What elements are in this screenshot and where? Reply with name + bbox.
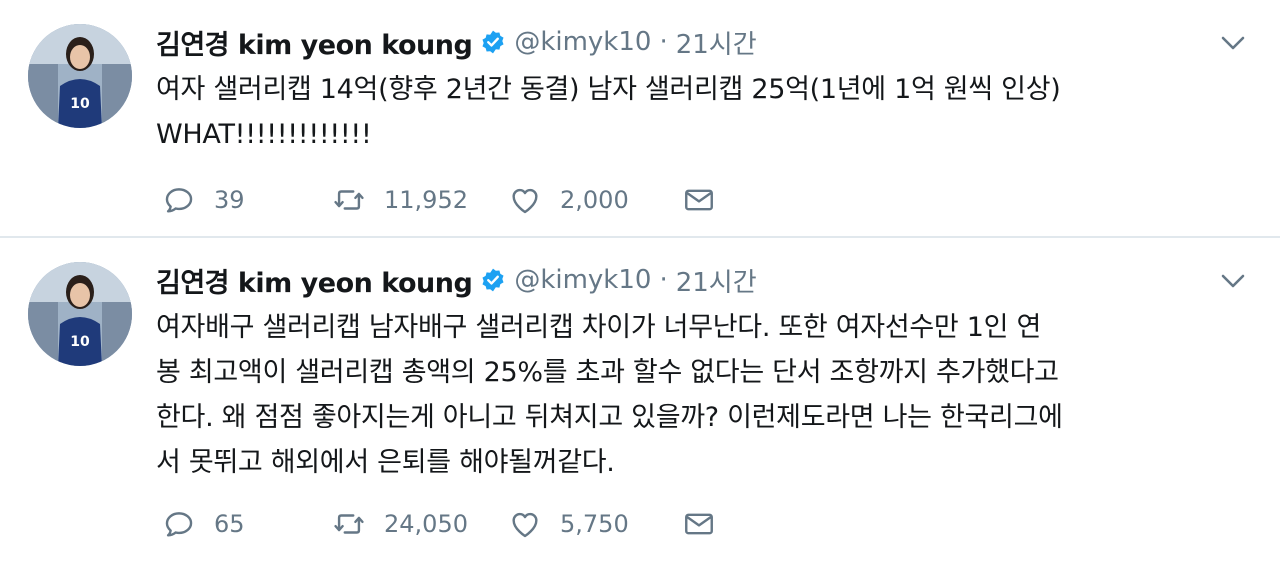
svg-text:10: 10 — [70, 96, 90, 112]
retweet-count: 11,952 — [384, 186, 468, 214]
like-button[interactable]: 5,750 — [508, 504, 629, 544]
tweet-text: 여자배구 샐러리캡 남자배구 샐러리캡 차이가 너무난다. 또한 여자선수만 1… — [156, 305, 1246, 485]
avatar-image: 10 — [28, 24, 132, 128]
user-handle[interactable]: @kimyk10 — [514, 27, 651, 57]
svg-text:10: 10 — [70, 334, 90, 350]
tweet-text-line: 서 못뛰고 해외에서 은퇴를 해야될꺼같다. — [156, 447, 615, 478]
envelope-icon — [685, 189, 713, 211]
tweet-text-line: 봉 최고액이 샐러리캡 총액의 25%를 초과 할수 없다는 단서 조항까지 추… — [156, 357, 1059, 388]
direct-message-button[interactable] — [682, 180, 716, 220]
display-name[interactable]: 김연경 kim yeon koung — [156, 23, 473, 62]
reply-count: 65 — [214, 510, 245, 538]
verified-badge-icon — [480, 29, 506, 55]
avatar[interactable]: 10 — [28, 262, 132, 366]
tweet-header: 김연경 kim yeon koung @kimyk10 · 21시간 — [156, 258, 757, 302]
retweet-icon — [334, 190, 364, 210]
envelope-icon — [685, 513, 713, 535]
retweet-icon — [334, 514, 364, 534]
tweet-text-line: 여자배구 샐러리캡 남자배구 샐러리캡 차이가 너무난다. 또한 여자선수만 1… — [156, 312, 1041, 343]
chevron-down-icon[interactable] — [1220, 34, 1246, 52]
reply-button[interactable]: 39 — [162, 180, 245, 220]
separator-dot: · — [659, 27, 668, 57]
reply-icon — [165, 188, 193, 213]
tweet-text-line: 여자 샐러리캡 14억(향후 2년간 동결) 남자 샐러리캡 25억(1년에 1… — [156, 74, 1061, 105]
verified-badge-icon — [480, 267, 506, 293]
like-button[interactable]: 2,000 — [508, 180, 629, 220]
tweet-text-line: WHAT!!!!!!!!!!!!! — [156, 119, 372, 150]
reply-count: 39 — [214, 186, 245, 214]
display-name[interactable]: 김연경 kim yeon koung — [156, 261, 473, 300]
avatar-image: 10 — [28, 262, 132, 366]
like-count: 5,750 — [560, 510, 629, 538]
retweet-count: 24,050 — [384, 510, 468, 538]
chevron-down-icon[interactable] — [1220, 272, 1246, 290]
like-count: 2,000 — [560, 186, 629, 214]
heart-icon — [512, 188, 538, 214]
retweet-button[interactable]: 11,952 — [332, 180, 468, 220]
timeline: 10 김연경 kim yeon koung @kimyk10 · 21시간 여자… — [0, 0, 1280, 562]
tweet[interactable]: 10 김연경 kim yeon koung @kimyk10 · 21시간 여자… — [0, 0, 1280, 236]
separator-dot: · — [659, 265, 668, 295]
user-handle[interactable]: @kimyk10 — [514, 265, 651, 295]
tweet[interactable]: 10 김연경 kim yeon koung @kimyk10 · 21시간 여자… — [0, 238, 1280, 562]
tweet-header: 김연경 kim yeon koung @kimyk10 · 21시간 — [156, 20, 757, 64]
reply-button[interactable]: 65 — [162, 504, 245, 544]
direct-message-button[interactable] — [682, 504, 716, 544]
avatar[interactable]: 10 — [28, 24, 132, 128]
tweet-text-line: 한다. 왜 점점 좋아지는게 아니고 뒤쳐지고 있을까? 이런제도라면 나는 한… — [156, 402, 1063, 433]
heart-icon — [512, 512, 538, 538]
reply-icon — [165, 512, 193, 537]
timestamp[interactable]: 21시간 — [676, 262, 757, 299]
timestamp[interactable]: 21시간 — [676, 24, 757, 61]
tweet-text: 여자 샐러리캡 14억(향후 2년간 동결) 남자 샐러리캡 25억(1년에 1… — [156, 67, 1246, 157]
retweet-button[interactable]: 24,050 — [332, 504, 468, 544]
